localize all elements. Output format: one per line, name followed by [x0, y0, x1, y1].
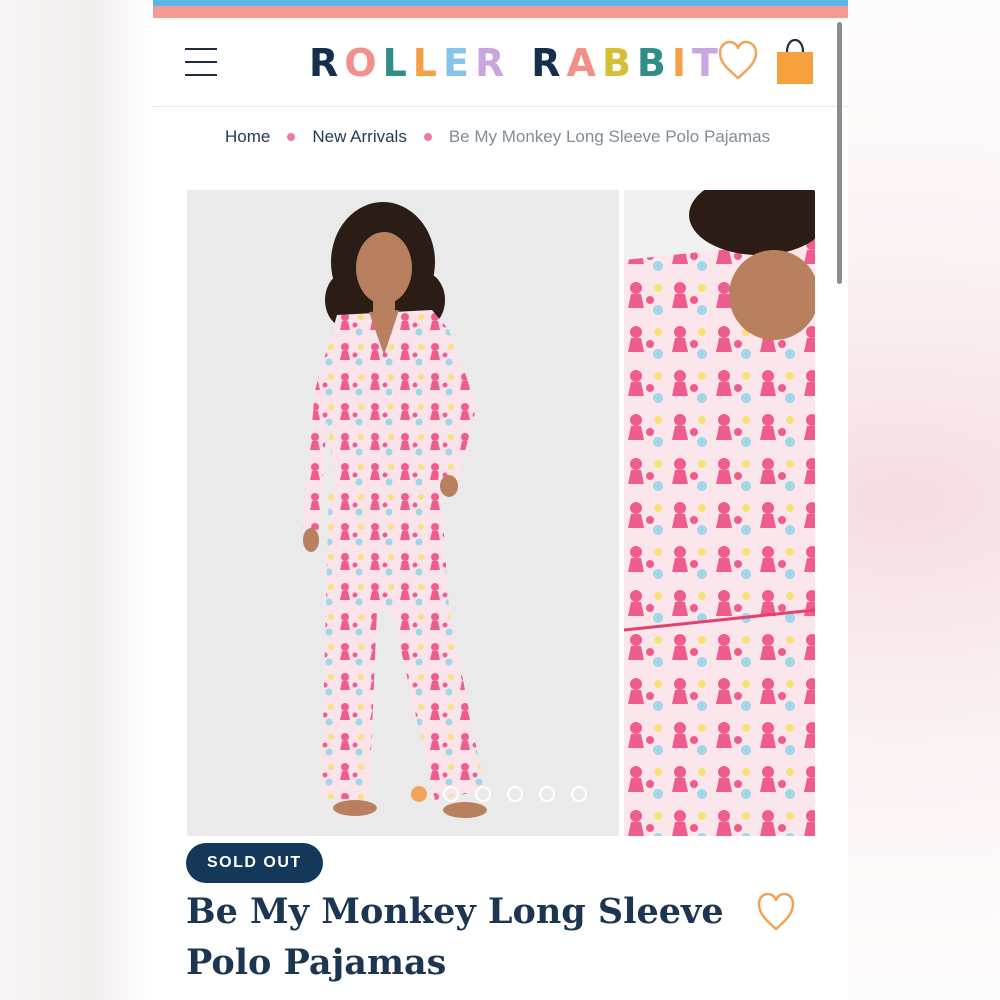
blurred-background-right	[848, 0, 1000, 1000]
shopping-bag-icon[interactable]	[773, 38, 817, 86]
logo-letter: A	[566, 41, 597, 85]
logo-letter: B	[601, 41, 632, 85]
breadcrumb: Home New Arrivals Be My Monkey Long Slee…	[225, 125, 770, 149]
mobile-page: ROLLERRABBIT Home New Arrivals Be My Mon…	[153, 0, 848, 1000]
hamburger-menu-icon[interactable]	[183, 46, 219, 78]
breadcrumb-home[interactable]: Home	[225, 127, 270, 147]
header-divider	[153, 106, 848, 107]
product-image-gallery[interactable]	[187, 190, 815, 836]
product-title-line-1: Be My Monkey Long Sleeve	[186, 891, 724, 932]
gallery-dot[interactable]	[475, 786, 491, 802]
product-photo-main[interactable]	[187, 190, 619, 836]
gallery-dot[interactable]	[539, 786, 555, 802]
page-scrollbar[interactable]	[837, 22, 842, 284]
gallery-dot[interactable]	[443, 786, 459, 802]
logo-letter: L	[382, 41, 408, 85]
gallery-dot[interactable]	[571, 786, 587, 802]
breadcrumb-separator-dot	[287, 133, 296, 141]
sold-out-badge: SOLD OUT	[186, 843, 323, 883]
gallery-pagination	[411, 786, 587, 802]
breadcrumb-new-arrivals[interactable]: New Arrivals	[312, 127, 406, 147]
breadcrumb-separator-dot	[423, 133, 432, 141]
roller-rabbit-logo[interactable]: ROLLERRABBIT	[309, 38, 719, 88]
logo-letter: B	[636, 41, 667, 85]
logo-letter: O	[344, 41, 378, 85]
top-stripe-pink	[153, 6, 848, 18]
blurred-background-left	[0, 0, 153, 1000]
add-to-wishlist-heart-icon[interactable]	[756, 890, 796, 934]
breadcrumb-current-page: Be My Monkey Long Sleeve Polo Pajamas	[448, 127, 771, 146]
logo-letter: L	[412, 41, 439, 85]
logo-letter: E	[443, 41, 470, 85]
heart-icon[interactable]	[717, 38, 759, 84]
logo-letter: R	[309, 41, 340, 85]
product-title-line-2: Polo Pajamas	[186, 942, 447, 983]
logo-letter: R	[474, 41, 506, 85]
gallery-dot[interactable]	[507, 786, 523, 802]
gallery-dot[interactable]	[411, 786, 427, 802]
product-photo-detail[interactable]	[624, 190, 815, 836]
logo-letter: T	[692, 41, 719, 85]
logo-letter: R	[531, 41, 562, 85]
product-title: Be My Monkey Long Sleeve Polo Pajamas	[186, 886, 726, 988]
logo-letter: I	[671, 41, 688, 85]
